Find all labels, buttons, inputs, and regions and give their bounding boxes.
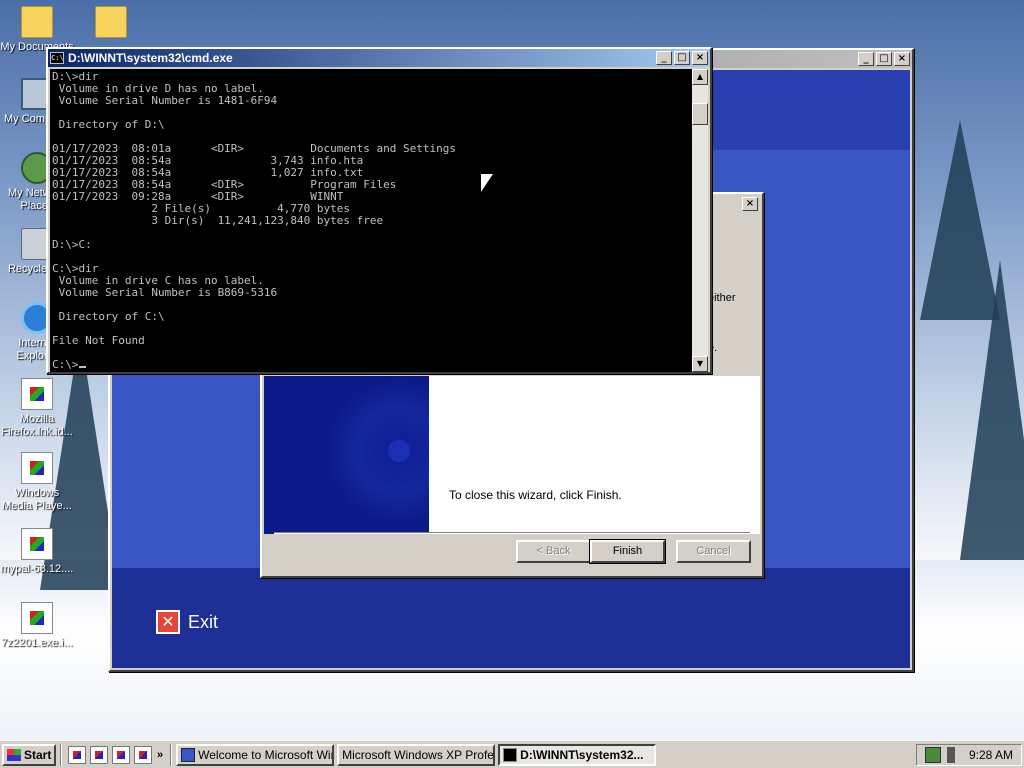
desktop-icon-mypal[interactable]: mypal-68.12.... [0, 528, 74, 576]
desktop-icon-7zip[interactable]: 7z2201.exe.i... [0, 602, 74, 650]
folder-icon [95, 6, 127, 38]
task-label: Microsoft Windows XP Profess... [342, 747, 494, 762]
cmd-titlebar[interactable]: C:\ D:\WINNT\system32\cmd.exe _ □ × [48, 49, 710, 67]
close-button[interactable]: × [894, 52, 910, 66]
start-button[interactable]: Start [2, 743, 56, 766]
quick-launch-icon[interactable] [68, 745, 86, 764]
mouse-pointer-icon [481, 174, 493, 192]
minimize-button[interactable]: _ [858, 52, 874, 66]
wizard-content-panel: To close this wizard, click Finish. [429, 376, 760, 534]
text-cursor [78, 366, 86, 368]
taskbar-separator [60, 743, 62, 766]
folder-icon [21, 6, 53, 38]
desktop-icon-folder[interactable] [74, 6, 148, 41]
desktop: My Documents My Computer My Network Plac… [0, 0, 1024, 740]
desktop-icon-windows-media-player[interactable]: Windows Media Playe... [0, 452, 74, 513]
cmd-window: C:\ D:\WINNT\system32\cmd.exe _ □ × D:\>… [46, 47, 712, 374]
system-tray: 9:28 AM [916, 743, 1022, 766]
network-tray-icon[interactable] [924, 746, 941, 763]
file-icon [21, 452, 53, 484]
taskbar-button-welcome[interactable]: Welcome to Microsoft Win... [176, 743, 335, 766]
volume-icon[interactable] [946, 746, 963, 763]
cmd-window-title: D:\WINNT\system32\cmd.exe [68, 51, 233, 65]
cancel-button[interactable]: Cancel [676, 540, 751, 563]
cd-disc-graphic [324, 376, 429, 526]
desktop-icon-mozilla-firefox[interactable]: Mozilla Firefox.lnk.id... [0, 378, 74, 439]
scrollbar-thumb[interactable] [692, 103, 708, 125]
back-button[interactable]: < Back [516, 540, 591, 563]
wizard-separator [274, 532, 750, 534]
windows-logo-icon [7, 748, 21, 761]
maximize-button[interactable]: □ [674, 51, 690, 65]
close-button[interactable]: × [692, 51, 708, 65]
task-label: Welcome to Microsoft Win... [198, 747, 335, 762]
console-area[interactable]: D:\>dir Volume in drive D has no label. … [50, 69, 694, 372]
exit-button[interactable]: ✕ Exit [156, 610, 218, 634]
exit-label: Exit [188, 611, 219, 632]
cmd-icon[interactable]: C:\ [50, 52, 64, 64]
taskbar-button-cmd[interactable]: D:\WINNT\system32... [498, 743, 657, 766]
file-icon [21, 528, 53, 560]
taskbar-button-xp-setup[interactable]: Microsoft Windows XP Profess... [337, 743, 496, 766]
vertical-scrollbar[interactable]: ▲ ▼ [692, 69, 708, 372]
clock[interactable]: 9:28 AM [969, 748, 1013, 762]
exit-icon: ✕ [156, 610, 180, 634]
wizard-side-image [264, 376, 429, 534]
task-label: D:\WINNT\system32... [520, 747, 644, 762]
desktop-icon-label: Mozilla Firefox.lnk.id... [1, 413, 73, 438]
file-icon [21, 378, 53, 410]
scroll-up-arrow-icon[interactable]: ▲ [692, 69, 708, 85]
wizard-body-text: either [708, 292, 736, 304]
start-label: Start [24, 747, 52, 762]
close-button[interactable]: × [742, 197, 758, 211]
file-icon [21, 602, 53, 634]
cmd-icon [503, 747, 518, 762]
wizard-close-instructions: To close this wizard, click Finish. [449, 488, 622, 502]
quick-launch-icon[interactable] [90, 745, 108, 764]
quick-launch-icon[interactable] [134, 745, 152, 764]
desktop-icon-label: 7z2201.exe.i... [1, 637, 73, 649]
minimize-button[interactable]: _ [656, 51, 672, 65]
taskbar-separator [170, 743, 173, 766]
scroll-down-arrow-icon[interactable]: ▼ [692, 356, 708, 372]
desktop-icon-label: mypal-68.12.... [0, 563, 74, 575]
setup-app-icon [181, 747, 196, 762]
finish-button[interactable]: Finish [589, 539, 666, 564]
setup-footer-band [112, 568, 910, 668]
maximize-button[interactable]: □ [876, 52, 892, 66]
console-output: D:\>dir Volume in drive D has no label. … [52, 70, 456, 371]
taskbar: Start » Welcome to Microsoft Win... Micr… [0, 740, 1024, 768]
wallpaper-tree [960, 260, 1024, 560]
desktop-icon-label: Windows Media Playe... [2, 487, 72, 512]
quick-launch-icon[interactable] [112, 745, 130, 764]
quick-launch-more-chevron[interactable]: » [157, 749, 163, 761]
